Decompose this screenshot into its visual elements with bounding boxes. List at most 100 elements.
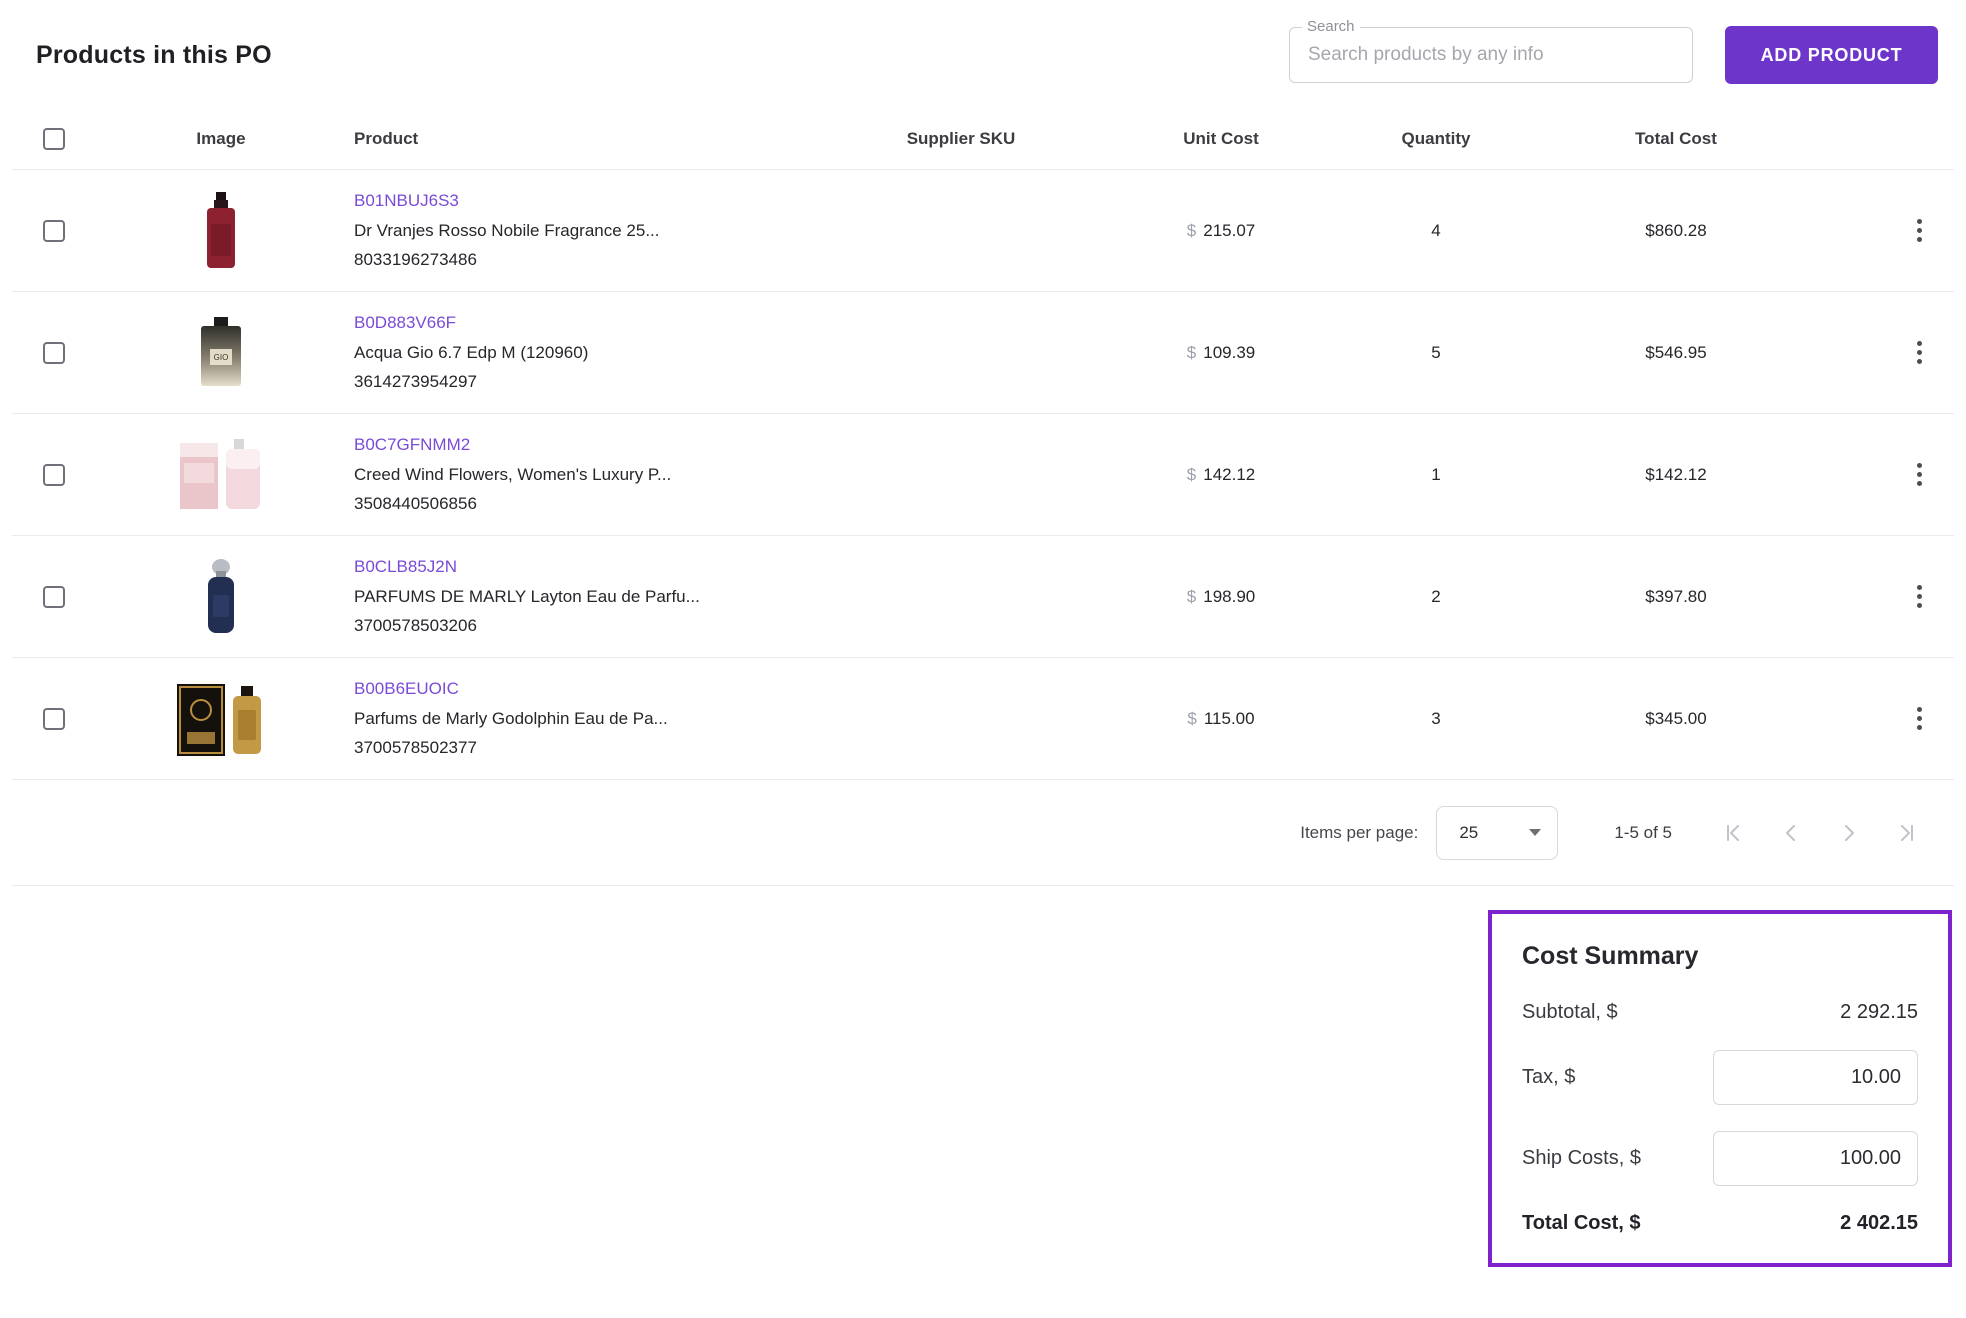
previous-page-button[interactable] [1774, 816, 1808, 850]
row-checkbox[interactable] [43, 586, 65, 608]
product-barcode: 8033196273486 [354, 245, 841, 275]
product-name: Creed Wind Flowers, Women's Luxury P... [354, 460, 841, 490]
unit-cost-cell: $ 115.00 [1081, 709, 1361, 729]
first-page-icon [1722, 822, 1744, 844]
table-row: B00B6EUOIC Parfums de Marly Godolphin Ea… [12, 658, 1954, 780]
first-page-button[interactable] [1716, 816, 1750, 850]
row-checkbox[interactable] [43, 220, 65, 242]
currency-symbol: $ [1187, 221, 1196, 241]
next-page-button[interactable] [1832, 816, 1866, 850]
row-menu-button[interactable] [1911, 457, 1928, 492]
product-code-link[interactable]: B0D883V66F [354, 308, 456, 338]
product-code-link[interactable]: B0CLB85J2N [354, 552, 457, 582]
table-row: B01NBUJ6S3 Dr Vranjes Rosso Nobile Fragr… [12, 170, 1954, 292]
pager-controls [1716, 816, 1924, 850]
product-code-link[interactable]: B00B6EUOIC [354, 674, 459, 704]
ship-costs-row: Ship Costs, $ [1522, 1131, 1918, 1186]
next-page-icon [1838, 822, 1860, 844]
product-image [96, 192, 346, 270]
chevron-down-icon [1529, 829, 1541, 836]
row-checkbox[interactable] [43, 464, 65, 486]
products-po-page: Products in this PO Search ADD PRODUCT I… [0, 0, 1966, 1291]
select-all-checkbox[interactable] [43, 128, 65, 150]
column-header-product: Product [346, 129, 841, 149]
search-input[interactable] [1306, 43, 1676, 67]
total-cost-cell: $860.28 [1511, 221, 1841, 241]
row-menu-button[interactable] [1911, 213, 1928, 248]
table-row: GIO B0D883V66F Acqua Gio 6.7 Edp M (1209… [12, 292, 1954, 414]
row-checkbox[interactable] [43, 342, 65, 364]
page-title: Products in this PO [36, 41, 272, 70]
header-actions: Search ADD PRODUCT [1289, 26, 1938, 84]
product-cell: B01NBUJ6S3 Dr Vranjes Rosso Nobile Fragr… [346, 186, 841, 275]
table-header-row: Image Product Supplier SKU Unit Cost Qua… [12, 108, 1954, 170]
table-row: B0CLB85J2N PARFUMS DE MARLY Layton Eau d… [12, 536, 1954, 658]
unit-cost-value: 115.00 [1204, 709, 1255, 729]
subtotal-row: Subtotal, $ 2 292.15 [1522, 1001, 1918, 1024]
total-cost-row: Total Cost, $ 2 402.15 [1522, 1212, 1918, 1235]
column-header-unit-cost: Unit Cost [1081, 129, 1361, 149]
product-cell: B0CLB85J2N PARFUMS DE MARLY Layton Eau d… [346, 552, 841, 641]
last-page-icon [1896, 822, 1918, 844]
pagination-range-label: 1-5 of 5 [1614, 823, 1672, 843]
table-pagination: Items per page: 25 1-5 of 5 [12, 780, 1954, 886]
row-menu-button[interactable] [1911, 579, 1928, 614]
row-menu-button[interactable] [1911, 701, 1928, 736]
currency-symbol: $ [1187, 587, 1196, 607]
ship-costs-input[interactable] [1713, 1131, 1918, 1186]
page-header: Products in this PO Search ADD PRODUCT [12, 0, 1954, 108]
product-image: GIO [96, 317, 346, 389]
unit-cost-value: 198.90 [1203, 587, 1255, 607]
tax-row: Tax, $ [1522, 1050, 1918, 1105]
row-menu-button[interactable] [1911, 335, 1928, 370]
unit-cost-value: 215.07 [1203, 221, 1255, 241]
add-product-button[interactable]: ADD PRODUCT [1725, 26, 1938, 84]
product-cell: B0D883V66F Acqua Gio 6.7 Edp M (120960) … [346, 308, 841, 397]
row-checkbox[interactable] [43, 708, 65, 730]
quantity-cell: 2 [1361, 587, 1511, 607]
column-header-total-cost: Total Cost [1511, 129, 1841, 149]
column-header-supplier-sku: Supplier SKU [841, 129, 1081, 149]
product-barcode: 3700578503206 [354, 611, 841, 641]
product-barcode: 3700578502377 [354, 733, 841, 763]
unit-cost-cell: $ 198.90 [1081, 587, 1361, 607]
total-cost-cell: $345.00 [1511, 709, 1841, 729]
unit-cost-value: 142.12 [1203, 465, 1255, 485]
products-table: Image Product Supplier SKU Unit Cost Qua… [12, 108, 1954, 886]
subtotal-label: Subtotal, $ [1522, 1001, 1618, 1024]
column-header-quantity: Quantity [1361, 129, 1511, 149]
product-code-link[interactable]: B0C7GFNMM2 [354, 430, 470, 460]
product-name: Acqua Gio 6.7 Edp M (120960) [354, 338, 841, 368]
ship-costs-label: Ship Costs, $ [1522, 1147, 1641, 1170]
total-cost-label: Total Cost, $ [1522, 1212, 1641, 1235]
svg-text:GIO: GIO [214, 353, 229, 362]
product-image [96, 680, 346, 758]
quantity-cell: 4 [1361, 221, 1511, 241]
product-name: Dr Vranjes Rosso Nobile Fragrance 25... [354, 216, 841, 246]
total-cost-cell: $546.95 [1511, 343, 1841, 363]
items-per-page-value: 25 [1459, 823, 1478, 843]
unit-cost-value: 109.39 [1203, 343, 1255, 363]
previous-page-icon [1780, 822, 1802, 844]
tax-label: Tax, $ [1522, 1066, 1575, 1089]
product-barcode: 3614273954297 [354, 367, 841, 397]
product-cell: B0C7GFNMM2 Creed Wind Flowers, Women's L… [346, 430, 841, 519]
total-cost-cell: $397.80 [1511, 587, 1841, 607]
total-cost-cell: $142.12 [1511, 465, 1841, 485]
search-field[interactable]: Search [1289, 27, 1693, 83]
currency-symbol: $ [1187, 343, 1196, 363]
product-image [96, 437, 346, 513]
quantity-cell: 3 [1361, 709, 1511, 729]
column-header-image: Image [96, 129, 346, 149]
product-name: Parfums de Marly Godolphin Eau de Pa... [354, 704, 841, 734]
last-page-button[interactable] [1890, 816, 1924, 850]
product-cell: B00B6EUOIC Parfums de Marly Godolphin Ea… [346, 674, 841, 763]
product-code-link[interactable]: B01NBUJ6S3 [354, 186, 459, 216]
items-per-page-select[interactable]: 25 [1436, 806, 1558, 860]
currency-symbol: $ [1187, 709, 1196, 729]
tax-input[interactable] [1713, 1050, 1918, 1105]
cost-summary-panel: Cost Summary Subtotal, $ 2 292.15 Tax, $… [1488, 910, 1952, 1267]
unit-cost-cell: $ 142.12 [1081, 465, 1361, 485]
total-cost-value: 2 402.15 [1840, 1212, 1918, 1235]
product-image [96, 559, 346, 635]
